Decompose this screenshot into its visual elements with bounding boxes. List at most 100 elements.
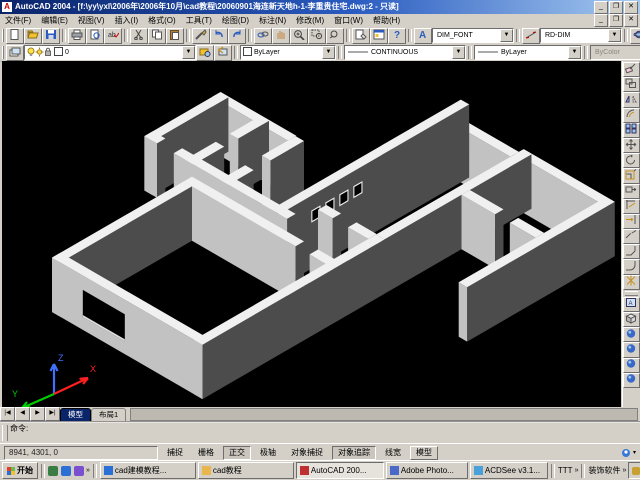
- text-style-button[interactable]: A: [414, 27, 432, 44]
- pan-button[interactable]: [272, 27, 290, 44]
- layer-lock-icon[interactable]: [44, 47, 52, 59]
- tab-nav-prev-button[interactable]: ◀: [15, 407, 30, 421]
- layer-combo[interactable]: 0 ▼: [24, 45, 196, 60]
- horizontal-scrollbar[interactable]: [130, 408, 638, 421]
- plot-button[interactable]: [68, 27, 86, 44]
- tab-nav-last-button[interactable]: ▶|: [45, 407, 60, 421]
- taskbar-toolbar-0[interactable]: TTT: [558, 466, 573, 475]
- doc-minimize-button[interactable]: _: [594, 14, 608, 27]
- spelling-button[interactable]: ab: [104, 27, 122, 44]
- hyperlink-button[interactable]: [254, 27, 272, 44]
- open-folder-button[interactable]: [24, 27, 42, 44]
- taskbar-task-4[interactable]: ACDSee v3.1...: [469, 462, 548, 479]
- dim-style-combo-dropdown-arrow[interactable]: ▼: [608, 29, 621, 42]
- layer-freeze-icon[interactable]: [35, 47, 44, 59]
- paste-button[interactable]: [166, 27, 184, 44]
- command-window[interactable]: 命令:: [0, 421, 640, 445]
- match-properties-button[interactable]: [192, 27, 210, 44]
- color-combo[interactable]: ByLayer ▼: [240, 45, 336, 60]
- status-tray-arrow[interactable]: ▾: [633, 449, 636, 456]
- print-preview-button[interactable]: [86, 27, 104, 44]
- restore-button[interactable]: ❐: [609, 0, 623, 14]
- text-style-combo-dropdown-arrow[interactable]: ▼: [500, 29, 513, 42]
- zoom-realtime-button[interactable]: [290, 27, 308, 44]
- taskbar-task-1[interactable]: cad教程: [197, 462, 294, 479]
- taskbar-toolbar-1[interactable]: 装饰软件: [588, 465, 620, 476]
- shade-sphere-button[interactable]: [622, 372, 640, 388]
- save-button[interactable]: [42, 27, 60, 44]
- plot-style-combo[interactable]: ByColor▼: [590, 45, 640, 60]
- copy-button[interactable]: [148, 27, 166, 44]
- linetype-combo[interactable]: CONTINUOUS ▼: [344, 45, 466, 60]
- taskbar-task-0[interactable]: cad建模教程...: [99, 462, 196, 479]
- color-combo-dropdown-arrow[interactable]: ▼: [322, 46, 335, 59]
- menu-item-8[interactable]: 修改(M): [291, 14, 329, 27]
- quick-launch-icon-2[interactable]: [74, 465, 84, 476]
- doc-restore-button[interactable]: ❐: [609, 14, 623, 27]
- status-toggle-模型[interactable]: 模型: [410, 445, 438, 460]
- menu-item-2[interactable]: 视图(V): [73, 14, 110, 27]
- quick-launch-icon-0[interactable]: [48, 465, 58, 476]
- menu-item-1[interactable]: 编辑(E): [36, 14, 73, 27]
- command-window-grip[interactable]: [2, 425, 8, 441]
- new-file-button[interactable]: [6, 27, 24, 44]
- status-toggle-对象追踪[interactable]: 对象追踪: [332, 445, 376, 460]
- tab-nav-first-button[interactable]: |◀: [0, 407, 15, 421]
- menu-item-3[interactable]: 插入(I): [110, 14, 144, 27]
- cut-button[interactable]: [130, 27, 148, 44]
- minimize-button[interactable]: _: [594, 0, 608, 14]
- zoom-previous-button[interactable]: [326, 27, 344, 44]
- taskbar-task-2[interactable]: AutoCAD 200...: [295, 462, 384, 479]
- status-toggle-捕捉[interactable]: 捕捉: [161, 446, 189, 460]
- designcenter-button[interactable]: [370, 27, 388, 44]
- quick-launch-icon-1[interactable]: [61, 465, 71, 476]
- taskbar-task-3[interactable]: Adobe Photo...: [385, 462, 468, 479]
- menu-item-4[interactable]: 格式(O): [143, 14, 181, 27]
- help-button[interactable]: ?: [388, 27, 406, 44]
- tab-layout1[interactable]: 布局1: [91, 408, 127, 421]
- tab-nav-next-button[interactable]: ▶: [30, 407, 45, 421]
- status-toggle-线宽[interactable]: 线宽: [379, 446, 407, 460]
- redo-button[interactable]: [228, 27, 246, 44]
- layer-states-button[interactable]: [196, 44, 214, 61]
- orbit-button[interactable]: [630, 27, 640, 44]
- menu-item-6[interactable]: 绘图(D): [217, 14, 254, 27]
- menu-item-7[interactable]: 标注(N): [254, 14, 291, 27]
- drawing-canvas[interactable]: Z X Y: [2, 61, 621, 410]
- explode-button[interactable]: [622, 274, 640, 290]
- menu-item-0[interactable]: 文件(F): [0, 14, 36, 27]
- communication-center-icon[interactable]: [621, 448, 631, 458]
- undo-button[interactable]: [210, 27, 228, 44]
- menu-item-5[interactable]: 工具(T): [181, 14, 217, 27]
- properties-button[interactable]: [352, 27, 370, 44]
- linetype-combo-dropdown-arrow[interactable]: ▼: [452, 46, 465, 59]
- status-toggle-正交[interactable]: 正交: [223, 445, 251, 460]
- status-toggle-对象捕捉[interactable]: 对象捕捉: [285, 446, 329, 460]
- text-style-combo[interactable]: DIM_FONT ▼: [432, 28, 514, 43]
- close-button[interactable]: ✕: [624, 0, 638, 14]
- toolbar-grip[interactable]: [2, 29, 4, 42]
- dim-style-button[interactable]: [522, 27, 540, 44]
- layer-combo-dropdown-arrow[interactable]: ▼: [182, 46, 195, 59]
- menu-item-10[interactable]: 帮助(H): [368, 14, 405, 27]
- quick-launch-overflow-chevron[interactable]: »: [86, 467, 90, 474]
- tab-model[interactable]: 模型: [60, 408, 91, 421]
- task-icon: [389, 466, 399, 475]
- start-button[interactable]: 开始: [2, 462, 38, 479]
- doc-close-button[interactable]: ✕: [624, 14, 638, 27]
- layers-button[interactable]: [6, 44, 24, 61]
- lineweight-combo-dropdown-arrow[interactable]: ▼: [568, 46, 581, 59]
- status-toggle-极轴[interactable]: 极轴: [254, 446, 282, 460]
- toolbar-grip[interactable]: [2, 46, 4, 59]
- tray-icon-0[interactable]: [632, 466, 640, 475]
- layer-on-icon[interactable]: [27, 47, 35, 59]
- zoom-window-button[interactable]: [308, 27, 326, 44]
- command-prompt[interactable]: 命令:: [10, 424, 28, 434]
- layer-previous-button[interactable]: [214, 44, 232, 61]
- lineweight-combo[interactable]: ByLayer ▼: [474, 45, 582, 60]
- menu-item-9[interactable]: 窗口(W): [329, 14, 368, 27]
- status-toggle-栅格[interactable]: 栅格: [192, 446, 220, 460]
- taskbar-toolbar-chevron[interactable]: »: [622, 467, 626, 474]
- taskbar-toolbar-chevron[interactable]: »: [575, 467, 579, 474]
- dim-style-combo[interactable]: RD-DIM ▼: [540, 28, 622, 43]
